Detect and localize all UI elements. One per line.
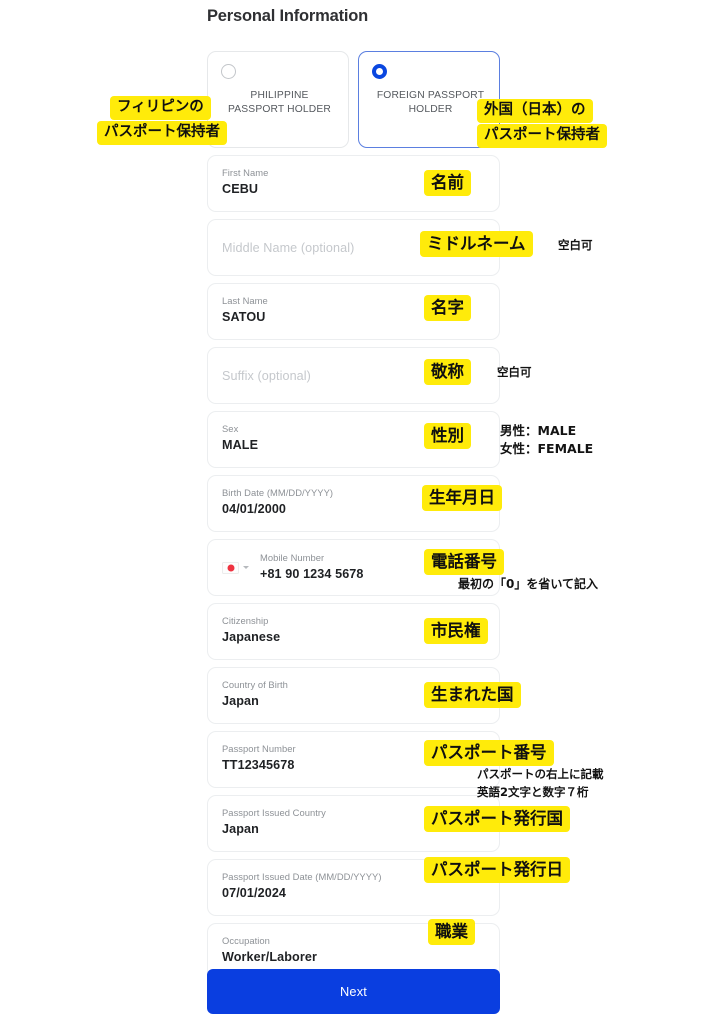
annotation-middle-name-note: 空白可	[558, 238, 593, 252]
annotation-birth-date: 生年月日	[422, 485, 502, 512]
annotation-sex-note-line1: 男性：MALE	[500, 423, 577, 438]
annotation-suffix: 敬称	[424, 359, 471, 386]
personal-information-screen: Personal Information PHILIPPINE PASSPORT…	[0, 0, 724, 1024]
annotation-last-name: 名字	[424, 295, 471, 322]
annotation-occupation: 職業	[428, 919, 475, 946]
annotation-citizenship: 市民権	[424, 618, 488, 645]
annotation-mobile-note: 最初の「0」を省いて記入	[458, 577, 598, 591]
field-label-mobile-number: Mobile Number	[260, 552, 325, 563]
annotation-country-of-birth: 生まれた国	[424, 682, 521, 709]
next-button[interactable]: Next	[207, 969, 500, 1014]
passport-type-selector: PHILIPPINE PASSPORT HOLDER FOREIGN PASSP…	[207, 51, 500, 148]
annotation-passport-number: パスポート番号	[424, 740, 554, 767]
annotation-sex-note-line2: 女性：FEMALE	[500, 441, 594, 456]
annotation-foreign-line2: パスポート保持者	[477, 124, 607, 148]
country-code-selector[interactable]	[222, 561, 249, 574]
radio-icon-selected[interactable]	[372, 64, 387, 79]
field-value-mobile-number: +81 90 1234 5678	[260, 567, 364, 581]
radio-icon-unselected[interactable]	[221, 64, 236, 79]
annotation-suffix-note: 空白可	[497, 365, 532, 379]
radio-label-foreign: FOREIGN PASSPORT HOLDER	[376, 90, 485, 115]
annotation-philippine-line1: フィリピンの	[110, 96, 211, 120]
annotation-passport-issued-date: パスポート発行日	[424, 857, 570, 884]
field-value-occupation: Worker/Laborer	[222, 950, 317, 964]
annotation-middle-name: ミドルネーム	[420, 231, 533, 258]
annotation-passport-issued-country: パスポート発行国	[424, 806, 570, 833]
field-value-passport-issued-date: 07/01/2024	[222, 886, 287, 900]
annotation-sex: 性別	[424, 423, 471, 450]
page-title: Personal Information	[207, 7, 369, 25]
radio-card-philippine-passport-holder[interactable]: PHILIPPINE PASSPORT HOLDER	[207, 51, 349, 148]
annotation-passport-number-note-line2: 英語2文字と数字７桁	[477, 785, 589, 799]
annotation-foreign-line1: 外国（日本）の	[477, 99, 593, 123]
field-placeholder-suffix: Suffix (optional)	[222, 368, 311, 383]
chevron-down-icon[interactable]	[243, 566, 249, 569]
annotation-philippine-line2: パスポート保持者	[97, 121, 227, 145]
field-placeholder-middle-name: Middle Name (optional)	[222, 240, 355, 255]
radio-label-philippine: PHILIPPINE PASSPORT HOLDER	[228, 90, 331, 115]
annotation-mobile: 電話番号	[424, 549, 504, 576]
annotation-first-name: 名前	[424, 170, 471, 197]
japan-flag-icon	[222, 561, 239, 574]
annotation-passport-number-note-line1: パスポートの右上に記載	[477, 767, 604, 781]
